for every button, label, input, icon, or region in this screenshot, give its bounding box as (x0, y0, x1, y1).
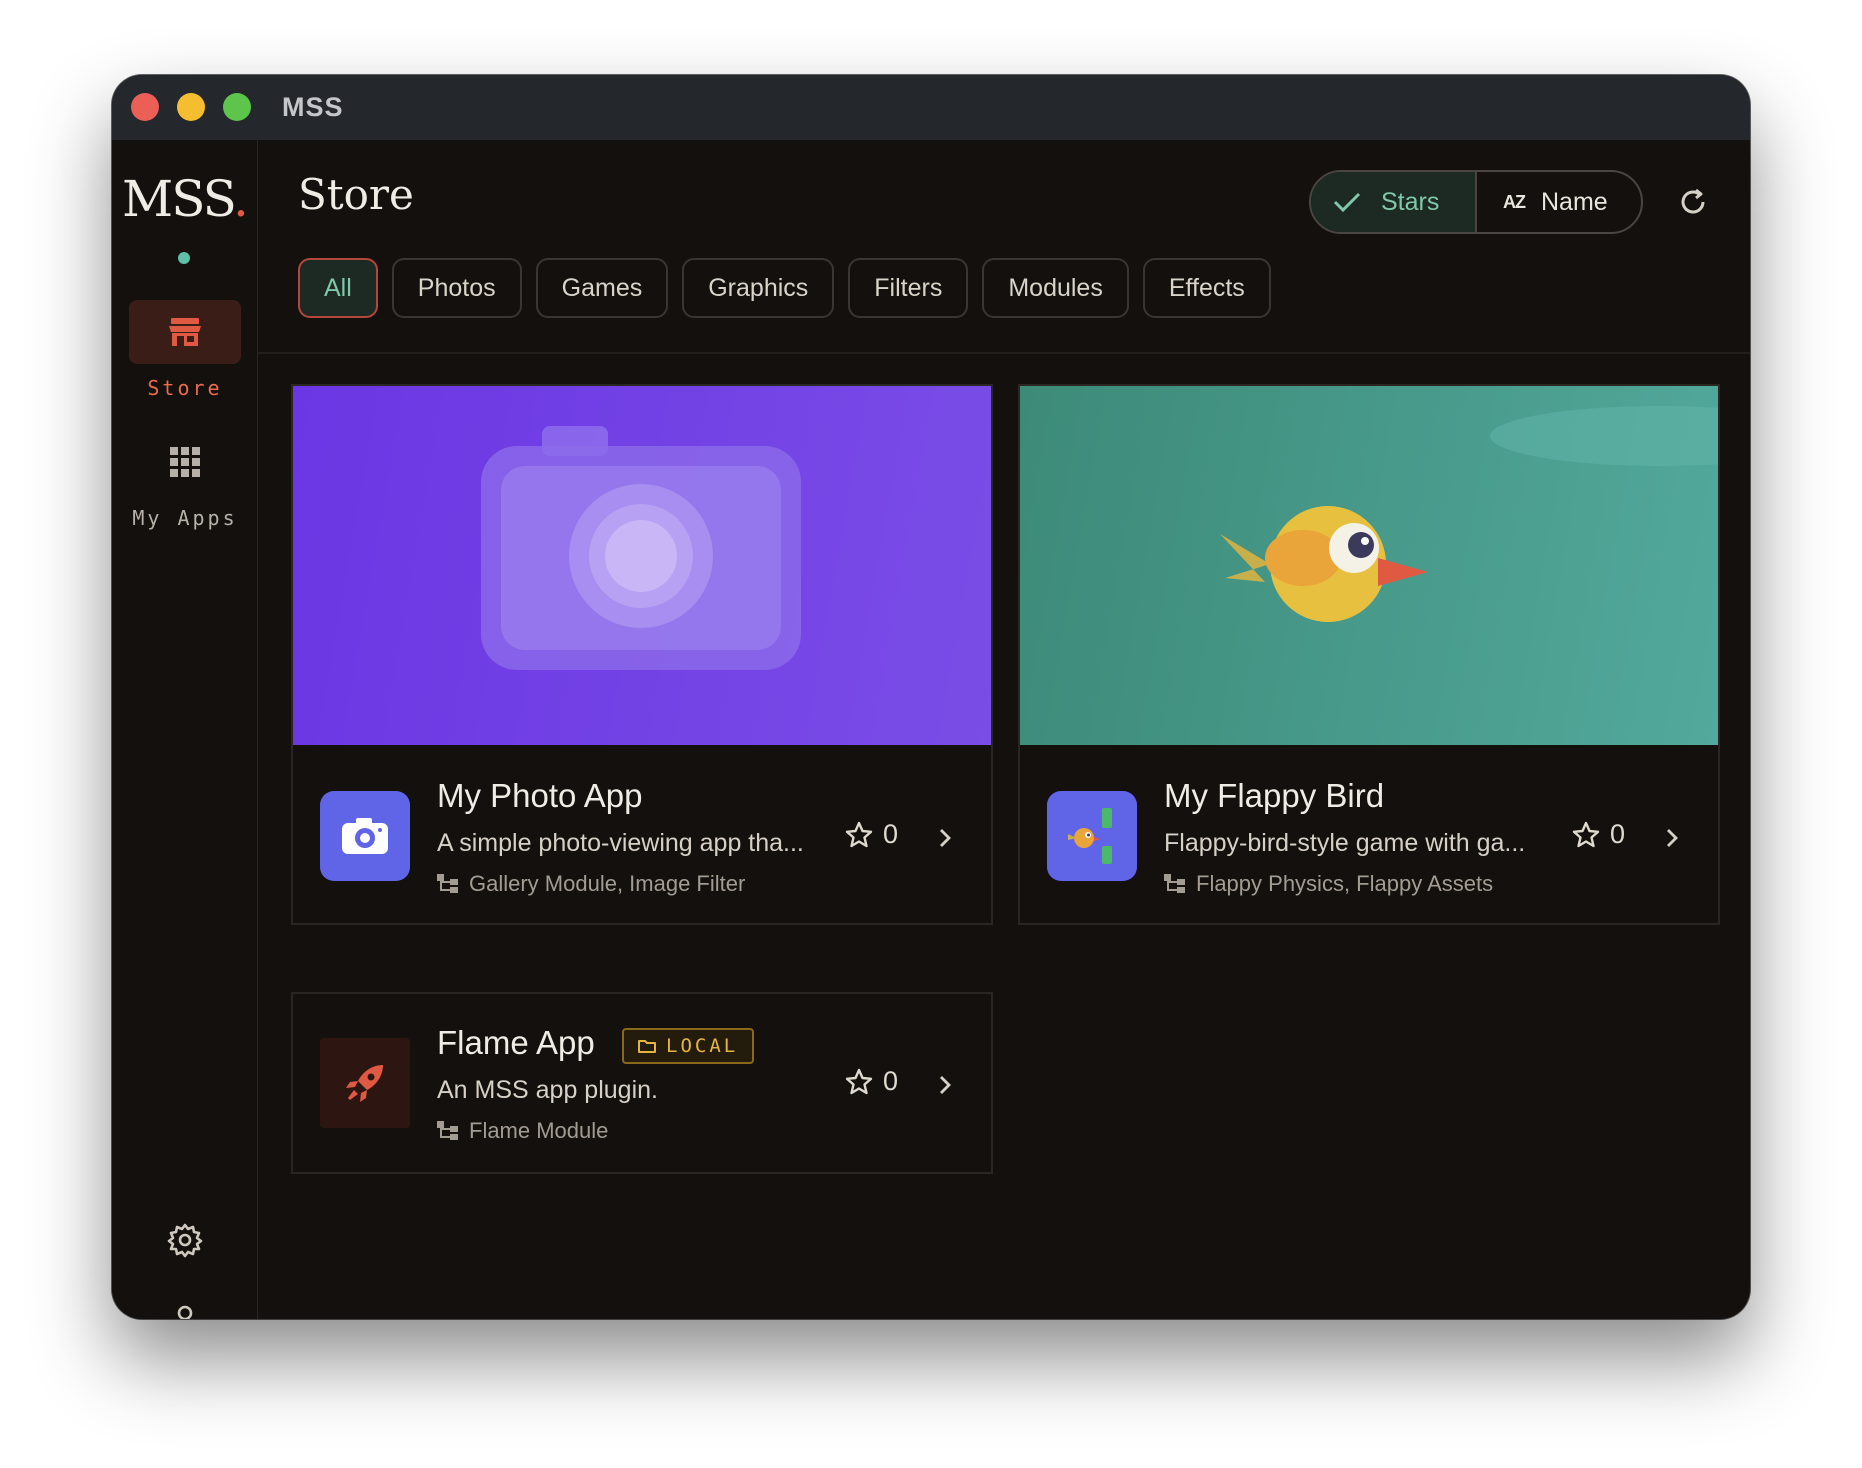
dependency-tree-icon (437, 874, 458, 893)
sidebar-item-store[interactable]: Store (112, 300, 258, 400)
star-button[interactable]: 0 (1572, 819, 1625, 850)
app-card-info: My Flappy Bird Flappy-bird-style game wi… (1020, 747, 1718, 925)
check-icon (1333, 192, 1361, 213)
local-badge-label: LOCAL (666, 1035, 739, 1057)
app-card-info: Flame App LOCAL An MSS app plugin. Flame… (293, 994, 991, 1172)
settings-button[interactable] (165, 1220, 205, 1260)
rocket-icon (346, 1065, 383, 1102)
account-button[interactable] (165, 1300, 205, 1319)
app-dependencies: Flame Module (437, 1118, 608, 1144)
page-title: Store (298, 170, 414, 219)
gear-icon (167, 1223, 203, 1258)
filter-chip-filters[interactable]: Filters (848, 258, 969, 318)
main-content: Store Stars AZ Name All Photos Games Gra… (258, 140, 1750, 1319)
title-bar[interactable]: MSS (112, 75, 1750, 140)
star-icon (845, 1068, 873, 1094)
app-card-photo[interactable]: My Photo App A simple photo-viewing app … (291, 384, 993, 925)
app-card-flappy-bird[interactable]: My Flappy Bird Flappy-bird-style game wi… (1018, 384, 1720, 925)
dependency-tree-icon (1164, 874, 1185, 893)
maximize-window-button[interactable] (223, 93, 251, 121)
category-filters: All Photos Games Graphics Filters Module… (298, 258, 1271, 318)
minimize-window-button[interactable] (177, 93, 205, 121)
app-description: A simple photo-viewing app tha... (437, 829, 804, 857)
app-hero-image (1020, 386, 1718, 745)
refresh-icon (1681, 188, 1705, 214)
dependency-list: Gallery Module, Image Filter (469, 871, 746, 896)
sidebar-item-label: My Apps (132, 506, 238, 530)
star-button[interactable]: 0 (845, 1066, 898, 1097)
status-indicator (178, 252, 190, 264)
star-icon (845, 821, 873, 847)
filter-chip-all[interactable]: All (298, 258, 378, 318)
app-name: Flame App (437, 1024, 595, 1061)
app-icon (320, 791, 410, 881)
chevron-right-icon (940, 1076, 951, 1094)
app-icon (1047, 791, 1137, 881)
sort-toggle-group: Stars AZ Name (1309, 170, 1643, 234)
filter-chip-effects[interactable]: Effects (1142, 258, 1271, 318)
open-app-button[interactable] (933, 1070, 957, 1100)
dependency-list: Flame Module (469, 1118, 609, 1143)
dependency-tree-icon (437, 1121, 458, 1140)
app-dependencies: Flappy Physics, Flappy Assets (1164, 871, 1493, 897)
local-badge: LOCAL (622, 1028, 755, 1064)
apps-grid-icon (170, 447, 200, 477)
flappy-bird-icon (1068, 808, 1112, 864)
app-hero-image (293, 386, 991, 745)
chevron-right-icon (1667, 829, 1678, 847)
close-window-button[interactable] (131, 93, 159, 121)
app-card-flame[interactable]: Flame App LOCAL An MSS app plugin. Flame… (291, 992, 993, 1174)
app-icon (320, 1038, 410, 1128)
folder-icon (638, 1040, 656, 1053)
app-dependencies: Gallery Module, Image Filter (437, 871, 745, 897)
camera-icon (342, 818, 388, 854)
filter-chip-games[interactable]: Games (535, 258, 669, 318)
apps-icon-box (129, 430, 241, 494)
sort-by-stars-button[interactable]: Stars (1311, 172, 1477, 232)
star-count: 0 (1610, 819, 1626, 849)
open-app-button[interactable] (933, 823, 957, 853)
dependency-list: Flappy Physics, Flappy Assets (1196, 871, 1494, 896)
sort-alpha-icon: AZ (1503, 191, 1526, 212)
chevron-right-icon (940, 829, 951, 847)
star-icon (1572, 821, 1600, 847)
sidebar-item-label: Store (147, 376, 223, 400)
app-name: My Photo App (437, 777, 643, 814)
bird-illustration (1220, 406, 1718, 622)
app-description: An MSS app plugin. (437, 1076, 658, 1104)
sidebar-item-my-apps[interactable]: My Apps (112, 430, 258, 530)
sidebar: MSS. Store My Apps (112, 140, 258, 1319)
star-button[interactable]: 0 (845, 819, 898, 850)
window-title: MSS (282, 92, 344, 122)
filter-chip-photos[interactable]: Photos (391, 258, 522, 318)
sort-name-label: Name (1541, 187, 1608, 216)
app-card-info: My Photo App A simple photo-viewing app … (293, 747, 991, 925)
sort-by-name-button[interactable]: AZ Name (1477, 172, 1641, 232)
camera-illustration (481, 426, 801, 670)
star-count: 0 (883, 819, 899, 849)
store-icon (169, 318, 201, 346)
user-icon (177, 1305, 193, 1319)
app-description: Flappy-bird-style game with ga... (1164, 829, 1526, 857)
filter-chip-modules[interactable]: Modules (982, 258, 1129, 318)
app-window: MSS MSS. Store My Apps Store Stars AZ Na… (112, 75, 1750, 1319)
refresh-button[interactable] (1674, 183, 1712, 221)
logo: MSS. (122, 170, 249, 228)
star-count: 0 (883, 1066, 899, 1096)
sort-stars-label: Stars (1381, 187, 1440, 216)
open-app-button[interactable] (1660, 823, 1684, 853)
header-divider (258, 352, 1750, 354)
app-name: My Flappy Bird (1164, 777, 1385, 814)
store-icon-box (129, 300, 241, 364)
filter-chip-graphics[interactable]: Graphics (682, 258, 835, 318)
